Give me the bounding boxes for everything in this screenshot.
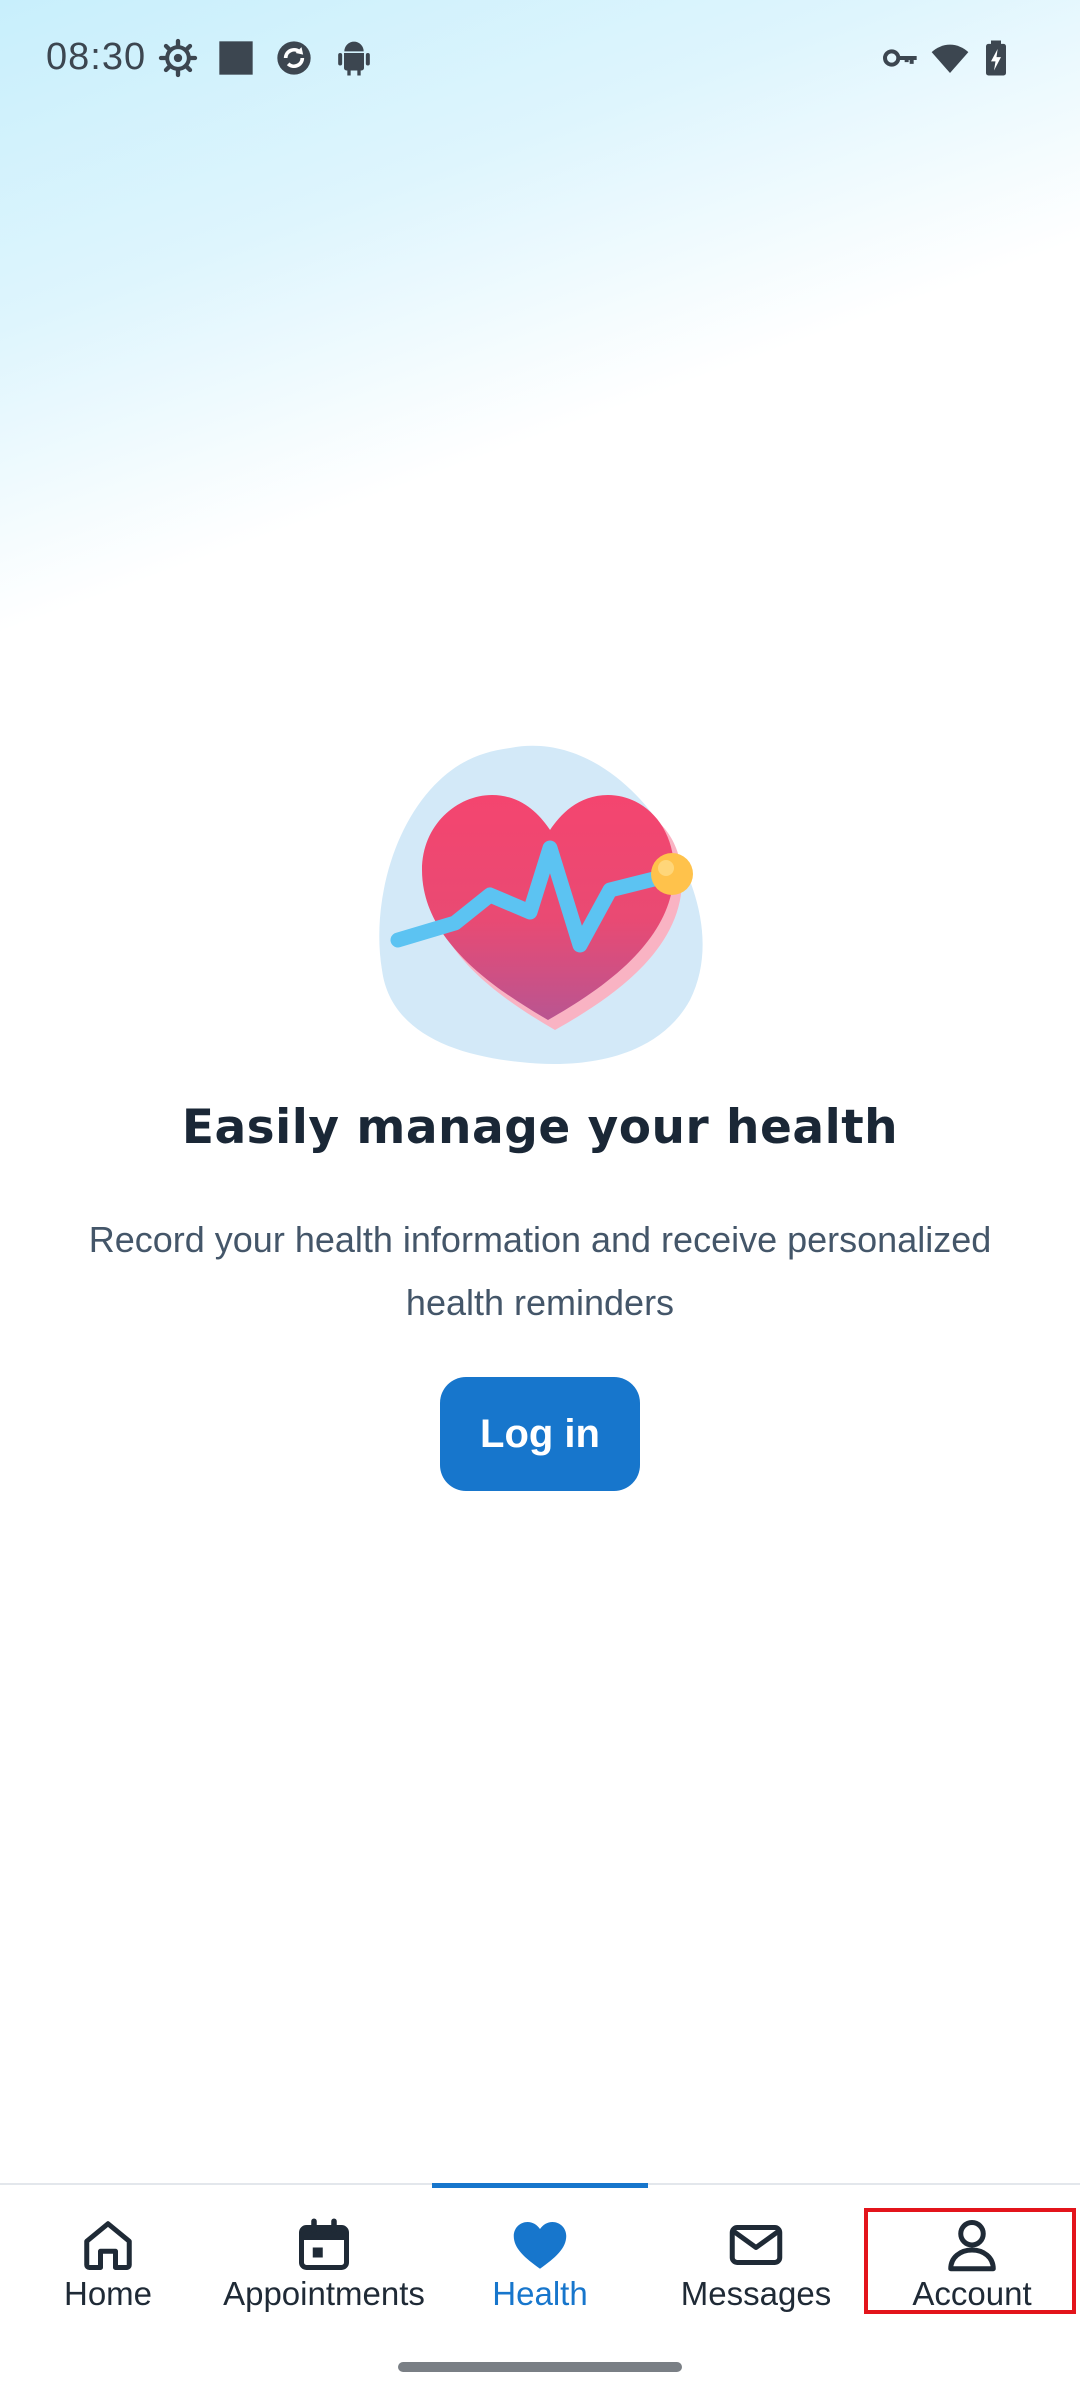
status-bar: 08:30 (0, 0, 1080, 120)
page-subtitle: Record your health information and recei… (88, 1219, 992, 1323)
nav-item-appointments[interactable]: Appointments (216, 2185, 432, 2320)
page-title: Easily manage your health (181, 1100, 899, 1155)
login-button[interactable]: Log in (440, 1377, 640, 1491)
heart-pulse-icon (379, 745, 703, 1065)
wifi-icon (930, 38, 970, 78)
sync-app-icon (274, 38, 314, 78)
square-notification-icon (216, 38, 256, 78)
battery-charging-icon (976, 38, 1016, 78)
nav-item-home[interactable]: Home (0, 2185, 216, 2320)
nav-label-messages: Messages (680, 2275, 832, 2312)
calendar-icon (294, 2215, 354, 2275)
envelope-icon (726, 2215, 786, 2275)
vpn-key-icon (880, 38, 920, 78)
status-time: 08:30 (46, 36, 147, 78)
heart-icon (510, 2215, 570, 2275)
android-icon (334, 38, 374, 78)
heart-pulse-illustration (370, 740, 710, 1070)
home-gesture-bar[interactable] (398, 2362, 682, 2372)
settings-gear-icon (158, 38, 198, 78)
nav-label-appointments: Appointments (223, 2275, 425, 2312)
nav-item-health[interactable]: Health (432, 2185, 648, 2320)
nav-label-home: Home (63, 2275, 153, 2312)
account-highlight-box (864, 2208, 1076, 2314)
nav-label-health: Health (492, 2275, 588, 2312)
nav-item-messages[interactable]: Messages (648, 2185, 864, 2320)
home-icon (78, 2215, 138, 2275)
